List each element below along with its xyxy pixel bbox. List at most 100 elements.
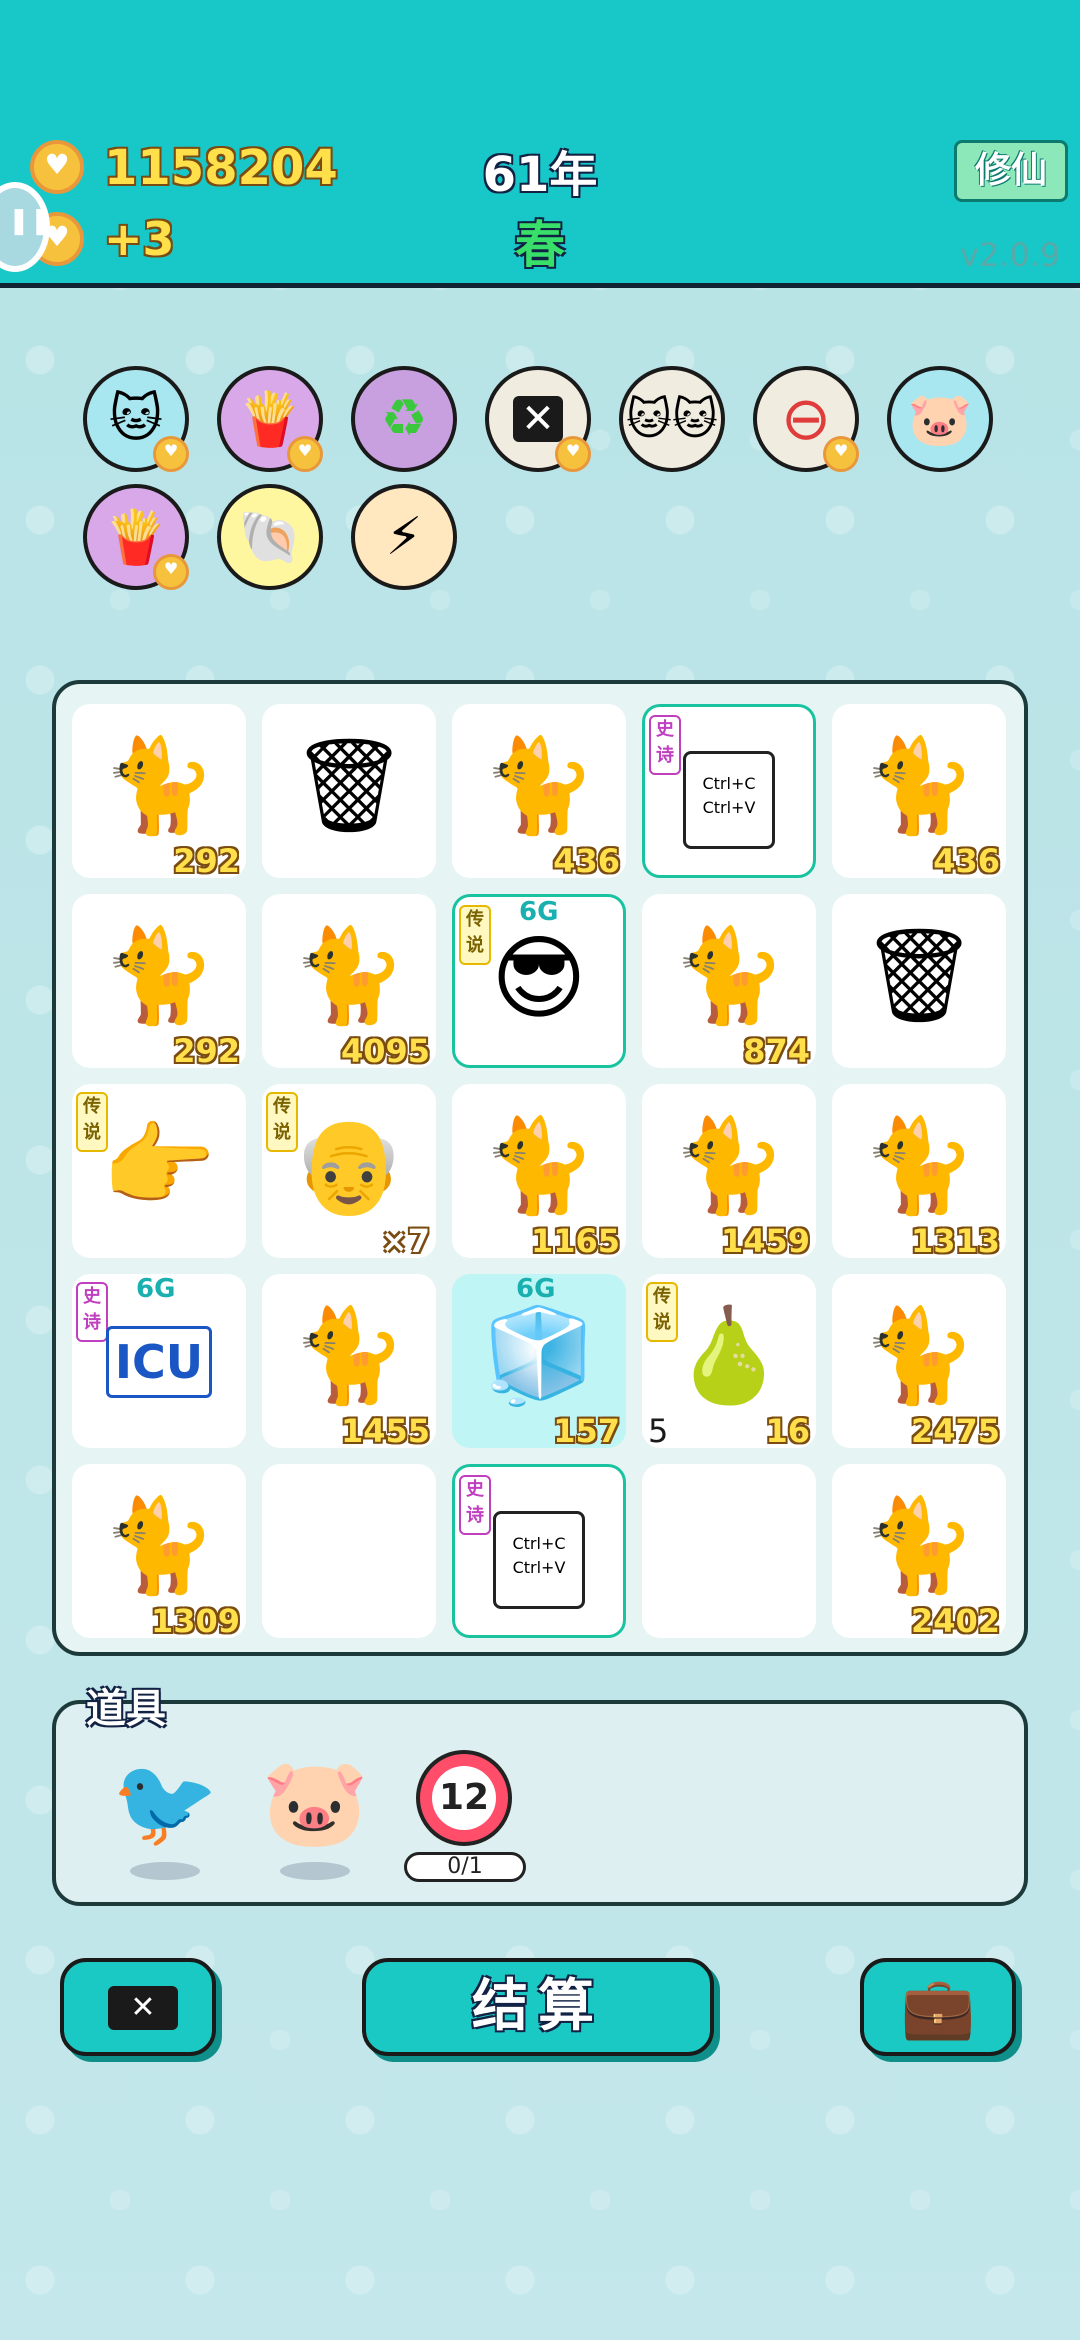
season-label: 春 [515,216,565,274]
cat-cell[interactable]: 🐈 1309 [72,1464,246,1638]
briefcase-button[interactable]: 💼 [860,1958,1016,2056]
fridge-icon: 🧊 [481,1302,597,1409]
cat-cell[interactable]: 🐈 436 [832,704,1006,878]
year-label: 61年 [482,147,598,203]
cat-icon: 🐈 [481,732,597,839]
version-label: v2.0.9 [960,236,1061,274]
top-status-bar: 1158204 +3 61年 春 修仙 v2.0.9 [0,0,1080,288]
cell-value: 1455 [340,1412,430,1448]
cell-value: 292 [173,1032,240,1068]
cat-icon: 🐈 [481,1112,597,1219]
cell-value: 436 [553,842,620,878]
cat-icon: 🐈 [861,1302,977,1409]
copy-paste-cell[interactable]: 史诗 Ctrl+C Ctrl+V [452,1464,626,1638]
copy-text: Ctrl+C Ctrl+V [512,1534,566,1577]
cell-value: 157 [553,1412,620,1448]
empty-cell[interactable] [262,1464,436,1638]
rarity-tag: 史诗 [459,1475,491,1535]
item-progress: 0/1 [404,1852,526,1882]
trash-bag-icon: 🗑 [290,732,408,839]
money-counter: 1158204 [104,140,338,196]
pointing-hand-icon: 👉 [101,1112,217,1219]
sunglasses-man-icon: 😎 [491,925,587,1032]
icu-sign-icon: ICU [106,1326,212,1398]
heart-coin-icon: ♥ [287,436,323,472]
delete-tag-icon[interactable]: ✕ ♥ [485,366,591,472]
fridge-cell[interactable]: 6G 🧊 157 [452,1274,626,1448]
cat-icon: 🐈 [671,922,787,1029]
cat-cell[interactable]: 🐈 1459 [642,1084,816,1258]
cat-cell[interactable]: 🐈 4095 [262,894,436,1068]
crowned-grandpa-icon: 👴 [291,1112,407,1219]
cell-value: 4095 [340,1032,430,1068]
cat-icon: 🐈 [101,1492,217,1599]
items-title: 道具 [86,1686,166,1732]
cat-cell[interactable]: 🐈 436 [452,704,626,878]
heart-coin-icon: ♥ [555,436,591,472]
cat-icon: 🐈 [671,1112,787,1219]
icu-cell[interactable]: 6G 史诗 ICU [72,1274,246,1448]
cat-icon: 🐈 [101,922,217,1029]
cat-icon: 🐈 [291,922,407,1029]
cell-value: 2475 [910,1412,1000,1448]
piggy-bank-icon[interactable]: 🐷 [887,366,993,472]
cat-cell[interactable]: 🐈 2475 [832,1274,1006,1448]
heart-coin-icon: ♥ [153,436,189,472]
cat-cell[interactable]: 🐈 1313 [832,1084,1006,1258]
trash-bag-icon: 🗑 [860,922,978,1029]
lightning-icon[interactable]: ⚡ [351,484,457,590]
recycle-icon[interactable]: ♻ [351,366,457,472]
bird-item-icon[interactable]: 🐦 [110,1748,220,1858]
timer-item-icon[interactable]: 12 [416,1750,512,1846]
cat-buff-icon[interactable]: 🐱 ♥ [83,366,189,472]
timer-value: 12 [432,1766,496,1830]
empty-cell[interactable] [642,1464,816,1638]
item-shadow [280,1862,350,1880]
multiplier: ×7 [380,1222,430,1258]
heart-coin-icon: ♥ [823,436,859,472]
copy-paste-cell[interactable]: 史诗 Ctrl+C Ctrl+V [642,704,816,878]
settle-button[interactable]: 结算 [362,1958,714,2056]
cat-icon: 🐈 [101,732,217,839]
cat-cell[interactable]: 🐈 2402 [832,1464,1006,1638]
crowned-gourd-icon: 🍐 [671,1302,787,1409]
cat-cell[interactable]: 🐈 292 [72,894,246,1068]
rarity-tag: 史诗 [649,715,681,775]
cat-cell[interactable]: 🐈 1165 [452,1084,626,1258]
cat-cell[interactable]: 🐈 292 [72,704,246,878]
briefcase-icon: 💼 [900,1973,976,2043]
cell-value: 1309 [150,1602,240,1638]
copy-paste-icon: Ctrl+C Ctrl+V [683,751,775,849]
cat-icon: 🐈 [291,1302,407,1409]
shell-icon[interactable]: 🐚 [217,484,323,590]
copy-paste-icon: Ctrl+C Ctrl+V [493,1511,585,1609]
grandpa-cell[interactable]: 传说 👴 ×7 [262,1084,436,1258]
cell-value: 292 [173,842,240,878]
trash-cell[interactable]: 🗑 [262,704,436,878]
cell-value: 1313 [910,1222,1000,1258]
piggy-bank-item-icon[interactable]: 🐷 [260,1748,370,1858]
minus-icon[interactable]: ⊖ ♥ [753,366,859,472]
delete-tag-icon: ✕ [108,1986,178,2030]
trash-cell[interactable]: 🗑 [832,894,1006,1068]
cell-value: 874 [743,1032,810,1068]
gourd-cell[interactable]: 传说 🍐 5 16 [642,1274,816,1448]
coin-icon [30,140,84,194]
hand-cell[interactable]: 传说 👉 [72,1084,246,1258]
cell-value: 2402 [910,1602,1000,1638]
fries-icon[interactable]: 🍟 ♥ [83,484,189,590]
cell-value: 1459 [720,1222,810,1258]
copy-text: Ctrl+C Ctrl+V [702,774,756,817]
cell-value: 436 [933,842,1000,878]
man-cell[interactable]: 6G 传说 😎 [452,894,626,1068]
discard-button[interactable]: ✕ [60,1958,216,2056]
cat-icon: 🐈 [861,1492,977,1599]
cell-value: 16 [765,1412,810,1448]
heart-coin-icon: ♥ [153,554,189,590]
signal-badge: 6G [136,1274,176,1304]
two-cats-icon[interactable]: 🐱🐱 [619,366,725,472]
cultivation-button[interactable]: 修仙 [954,140,1068,202]
cat-cell[interactable]: 🐈 1455 [262,1274,436,1448]
cat-cell[interactable]: 🐈 874 [642,894,816,1068]
fries-icon[interactable]: 🍟 ♥ [217,366,323,472]
